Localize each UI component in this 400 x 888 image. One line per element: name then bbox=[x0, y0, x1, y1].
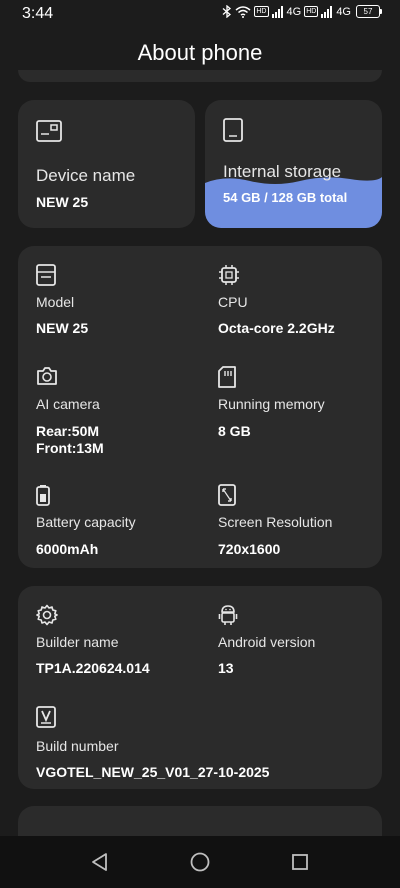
model-tile[interactable]: Model NEW 25 bbox=[36, 264, 206, 344]
previous-card-edge bbox=[18, 70, 382, 82]
device-icon bbox=[36, 120, 62, 142]
navigation-bar bbox=[0, 836, 400, 888]
builder-name-label: Builder name bbox=[36, 634, 119, 650]
signal-icon bbox=[271, 5, 283, 18]
cpu-icon bbox=[218, 264, 240, 286]
bluetooth-icon bbox=[222, 5, 232, 18]
battery-icon bbox=[36, 484, 58, 506]
storage-value: 54 GB / 128 GB total bbox=[223, 190, 348, 205]
network-type-1: 4G bbox=[286, 5, 302, 18]
model-icon bbox=[36, 264, 58, 286]
battery-label: Battery capacity bbox=[36, 514, 136, 530]
screen-icon bbox=[218, 484, 240, 506]
device-name-value: NEW 25 bbox=[36, 194, 89, 210]
storage-label: Internal storage bbox=[223, 162, 342, 181]
camera-front-value: Front:13M bbox=[36, 440, 104, 456]
model-value: NEW 25 bbox=[36, 320, 89, 336]
android-version-value: 13 bbox=[218, 660, 234, 676]
wifi-icon bbox=[235, 5, 251, 18]
storage-icon bbox=[223, 118, 245, 142]
cpu-value: Octa-core 2.2GHz bbox=[218, 320, 335, 336]
network-type-2: 4G bbox=[336, 5, 351, 18]
build-number-value: VGOTEL_NEW_25_V01_27-10-2025 bbox=[36, 764, 270, 780]
recents-icon[interactable] bbox=[288, 850, 312, 874]
back-icon[interactable] bbox=[88, 850, 112, 874]
page-title: About phone bbox=[137, 40, 263, 65]
android-icon bbox=[218, 604, 240, 626]
memory-label: Running memory bbox=[218, 396, 325, 412]
android-version-label: Android version bbox=[218, 634, 316, 650]
home-icon[interactable] bbox=[188, 850, 212, 874]
battery-tile[interactable]: Battery capacity 6000mAh bbox=[36, 484, 206, 564]
specs-card: Model NEW 25 CPU Octa-core 2.2GHz AI cam… bbox=[18, 246, 382, 568]
internal-storage-card[interactable]: Internal storage 54 GB / 128 GB total bbox=[205, 100, 382, 228]
camera-icon bbox=[36, 366, 58, 388]
battery-value: 6000mAh bbox=[36, 541, 99, 557]
camera-rear-value: Rear:50M bbox=[36, 423, 100, 439]
resolution-tile[interactable]: Screen Resolution 720x1600 bbox=[218, 484, 378, 564]
build-number-label: Build number bbox=[36, 738, 119, 754]
memory-icon bbox=[218, 366, 240, 388]
model-label: Model bbox=[36, 294, 75, 310]
camera-tile[interactable]: AI camera Rear:50M Front:13M bbox=[36, 366, 206, 461]
status-bar: 3:44 HD 4G HD 4G 57 bbox=[0, 0, 400, 28]
camera-label: AI camera bbox=[36, 396, 100, 412]
memory-value: 8 GB bbox=[218, 423, 251, 439]
gear-icon bbox=[36, 604, 58, 626]
android-version-tile[interactable]: Android version 13 bbox=[218, 604, 378, 684]
resolution-value: 720x1600 bbox=[218, 541, 281, 557]
battery-indicator: 57 bbox=[356, 5, 382, 18]
cpu-label: CPU bbox=[218, 294, 248, 310]
hd-badge-2: HD bbox=[304, 6, 319, 17]
build-number-tile[interactable]: Build number VGOTEL_NEW_25_V01_27-10-202… bbox=[36, 706, 366, 786]
cpu-tile[interactable]: CPU Octa-core 2.2GHz bbox=[218, 264, 378, 344]
memory-tile[interactable]: Running memory 8 GB bbox=[218, 366, 378, 446]
builder-name-value: TP1A.220624.014 bbox=[36, 660, 150, 676]
build-info-card: Builder name TP1A.220624.014 Android ver… bbox=[18, 586, 382, 789]
device-name-card[interactable]: Device name NEW 25 bbox=[18, 100, 195, 228]
device-name-label: Device name bbox=[36, 166, 136, 185]
status-time: 3:44 bbox=[22, 5, 54, 22]
version-icon bbox=[36, 706, 58, 728]
hd-badge: HD bbox=[254, 6, 269, 17]
builder-name-tile[interactable]: Builder name TP1A.220624.014 bbox=[36, 604, 206, 684]
status-icons: HD 4G HD 4G 57 bbox=[222, 5, 382, 18]
resolution-label: Screen Resolution bbox=[218, 514, 333, 530]
signal-icon-2 bbox=[321, 5, 333, 18]
